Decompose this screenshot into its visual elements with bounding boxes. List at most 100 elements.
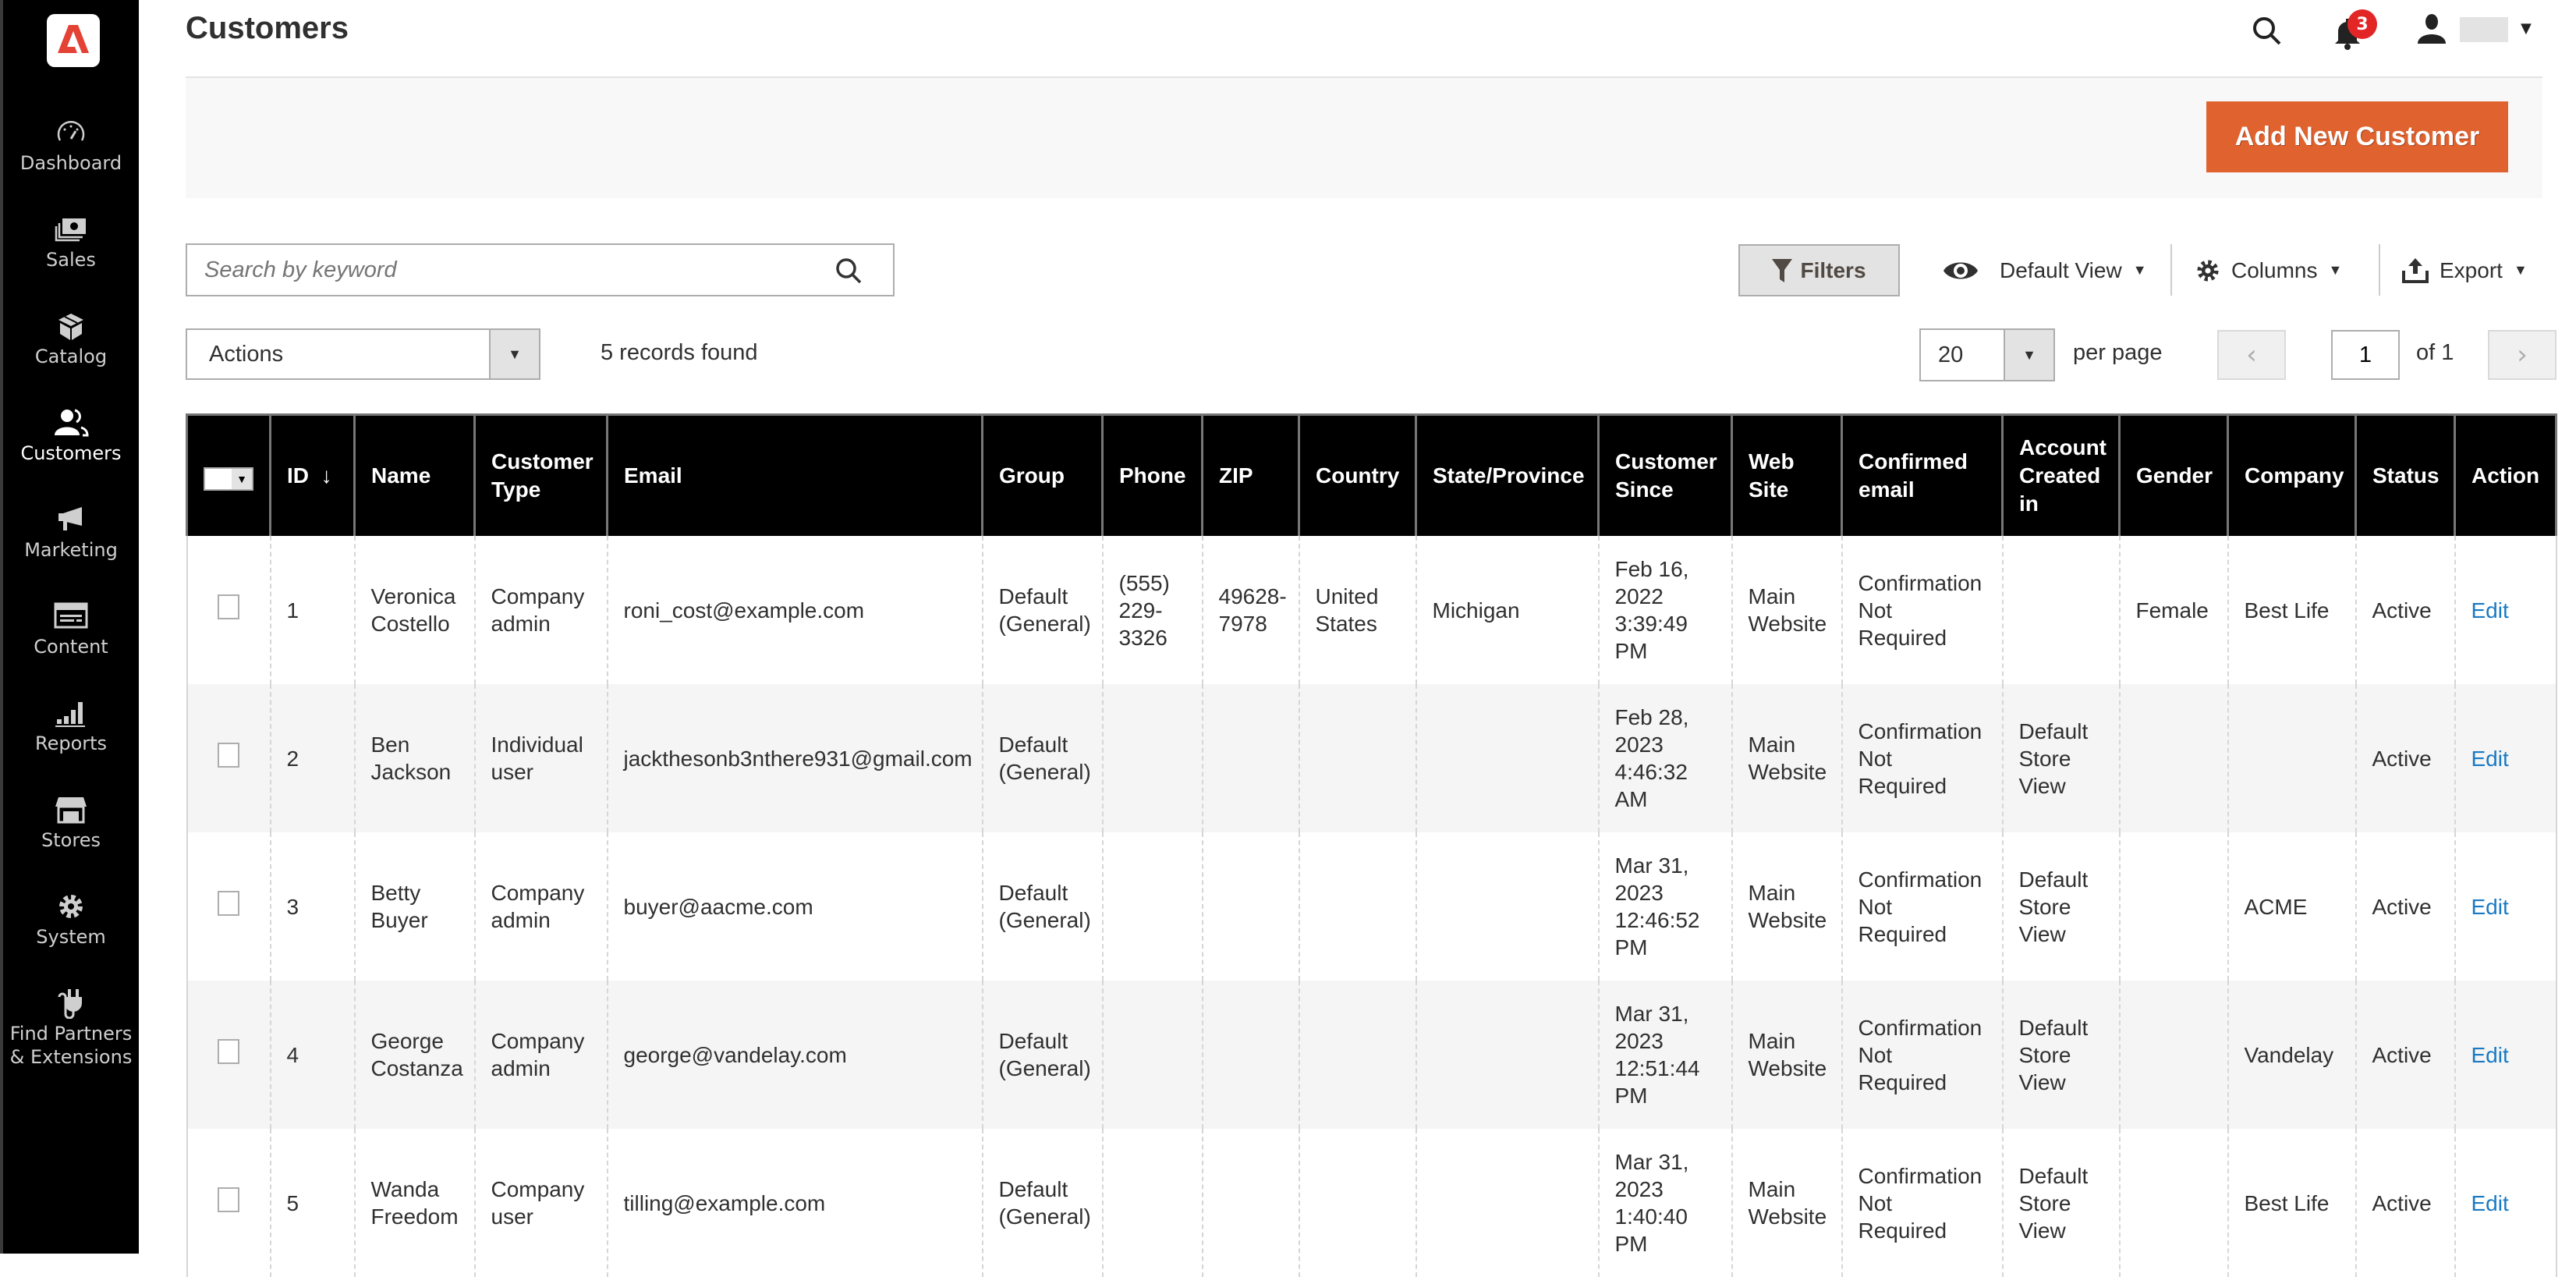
columns-label: Columns [2231, 257, 2318, 282]
account-name-redacted [2460, 17, 2508, 42]
search-input[interactable] [187, 245, 830, 295]
sidebar-item-partners[interactable]: Find Partners & Extensions [3, 988, 139, 1069]
cell-phone [1101, 832, 1203, 981]
cell-gender: Female [2118, 536, 2229, 684]
column-header-group[interactable]: Group [981, 413, 1104, 536]
cell-account-created-in: Default Store View [2001, 981, 2121, 1129]
sidebar-item-catalog[interactable]: Catalog [3, 310, 139, 368]
cell-account-created-in: Default Store View [2001, 832, 2121, 981]
cell-group: Default (General) [981, 536, 1104, 684]
cell-gender [2118, 981, 2229, 1129]
column-header-company[interactable]: Company [2227, 413, 2357, 536]
table-header-row: ▼ ID ↓ Name Customer Type Email Group Ph… [186, 413, 2557, 536]
cell-customer-type: Individual user [473, 684, 608, 832]
column-header-name[interactable]: Name [353, 413, 476, 536]
notifications-count-badge: 3 [2347, 9, 2377, 39]
chevron-down-icon: ▼ [2132, 262, 2147, 278]
table-row[interactable]: 5 Wanda Freedom Company user tilling@exampl… [186, 1129, 2557, 1277]
table-row[interactable]: 4 George Costanza Company admin george@vand… [186, 981, 2557, 1129]
column-header-zip[interactable]: ZIP [1201, 413, 1300, 536]
cell-zip [1201, 981, 1300, 1129]
adobe-commerce-logo[interactable] [47, 14, 100, 67]
column-header-status[interactable]: Status [2355, 413, 2456, 536]
cell-company [2227, 684, 2357, 832]
table-row[interactable]: 2 Ben Jackson Individual user jackthesonb3n… [186, 684, 2557, 832]
chevron-down-icon: ▼ [2521, 20, 2532, 37]
cell-email: buyer@aacme.com [606, 832, 983, 981]
column-header-phone[interactable]: Phone [1101, 413, 1203, 536]
cell-country [1298, 684, 1417, 832]
column-header-gender[interactable]: Gender [2118, 413, 2229, 536]
mass-select-checkbox[interactable]: ▼ [204, 466, 253, 491]
filters-button[interactable]: Filters [1738, 244, 1900, 296]
filter-icon [1772, 258, 1793, 282]
sidebar: Dashboard Sales Catalog Customers Market… [0, 0, 139, 1254]
per-page-select[interactable]: 20 ▼ [1919, 328, 2055, 381]
notifications-button[interactable]: 3 [2332, 9, 2379, 50]
sidebar-item-stores[interactable]: Stores [3, 794, 139, 852]
cell-status: Active [2355, 684, 2456, 832]
column-header-country[interactable]: Country [1298, 413, 1417, 536]
mass-select-header[interactable]: ▼ [186, 413, 271, 536]
sidebar-item-system[interactable]: System [3, 891, 139, 949]
sidebar-item-label: Sales [46, 249, 96, 271]
chevron-down-icon: ▼ [2513, 262, 2528, 278]
catalog-icon [58, 314, 83, 340]
sidebar-item-sales[interactable]: Sales [3, 214, 139, 271]
sidebar-item-reports[interactable]: Reports [3, 697, 139, 755]
column-header-confirmed-email[interactable]: Confirmed email [1841, 413, 2004, 536]
row-checkbox[interactable] [218, 1187, 239, 1212]
row-checkbox[interactable] [218, 594, 239, 619]
cell-confirmed-email: Confirmation Not Required [1841, 536, 2004, 684]
cell-action: Edit [2454, 832, 2557, 981]
row-checkbox[interactable] [218, 743, 239, 768]
cell-id: 1 [269, 536, 356, 684]
sidebar-item-label: Find Partners & Extensions [9, 1023, 133, 1068]
edit-link[interactable]: Edit [2471, 1191, 2509, 1215]
eye-icon [1944, 262, 1978, 278]
edit-link[interactable]: Edit [2471, 747, 2509, 771]
edit-link[interactable]: Edit [2471, 895, 2509, 919]
column-header-email[interactable]: Email [606, 413, 983, 536]
row-checkbox[interactable] [218, 891, 239, 916]
column-header-customer-type[interactable]: Customer Type [473, 413, 608, 536]
cell-country [1298, 1129, 1417, 1277]
columns-control[interactable]: Columns ▼ [2195, 244, 2342, 296]
cell-confirmed-email: Confirmation Not Required [1841, 832, 2004, 981]
edit-link[interactable]: Edit [2471, 1043, 2509, 1067]
keyword-search [186, 243, 895, 296]
sidebar-item-customers[interactable]: Customers [3, 407, 139, 465]
export-control[interactable]: Export ▼ [2402, 244, 2528, 296]
column-header-id[interactable]: ID ↓ [269, 413, 356, 536]
column-header-website[interactable]: Web Site [1731, 413, 1843, 536]
row-checkbox[interactable] [218, 1039, 239, 1064]
sidebar-item-marketing[interactable]: Marketing [3, 504, 139, 562]
sidebar-item-label: Reports [34, 733, 108, 754]
system-icon [59, 895, 83, 918]
sidebar-item-dashboard[interactable]: Dashboard [3, 117, 139, 175]
account-menu[interactable]: ▼ [2416, 12, 2538, 50]
cell-action: Edit [2454, 1129, 2557, 1277]
column-header-account-created-in[interactable]: Account Created in [2001, 413, 2121, 536]
previous-page-button[interactable]: ‹ [2217, 330, 2286, 380]
cell-customer-since: Feb 16, 2022 3:39:49 PM [1597, 536, 1733, 684]
mass-actions-select[interactable]: Actions ▼ [186, 328, 540, 380]
page-actions-bar [186, 76, 2542, 198]
table-row[interactable]: 3 Betty Buyer Company admin buyer@aacme.com… [186, 832, 2557, 981]
edit-link[interactable]: Edit [2471, 598, 2509, 623]
chevron-left-icon: ‹ [2246, 339, 2257, 371]
cell-select [186, 981, 271, 1129]
view-switcher[interactable]: Default View ▼ [1942, 244, 2147, 296]
global-search-button[interactable] [2250, 14, 2284, 48]
current-page-input[interactable] [2331, 330, 2400, 380]
cell-group: Default (General) [981, 981, 1104, 1129]
column-header-customer-since[interactable]: Customer Since [1597, 413, 1733, 536]
sidebar-item-label: System [36, 926, 106, 948]
column-header-state[interactable]: State/Province [1415, 413, 1600, 536]
add-new-customer-button[interactable]: Add New Customer [2206, 101, 2508, 172]
search-icon[interactable] [834, 256, 865, 287]
records-found: 5 records found [601, 340, 758, 365]
sidebar-item-content[interactable]: Content [3, 601, 139, 658]
next-page-button[interactable]: › [2488, 330, 2557, 380]
table-row[interactable]: 1 Veronica Costello Company admin roni_cost… [186, 536, 2557, 684]
